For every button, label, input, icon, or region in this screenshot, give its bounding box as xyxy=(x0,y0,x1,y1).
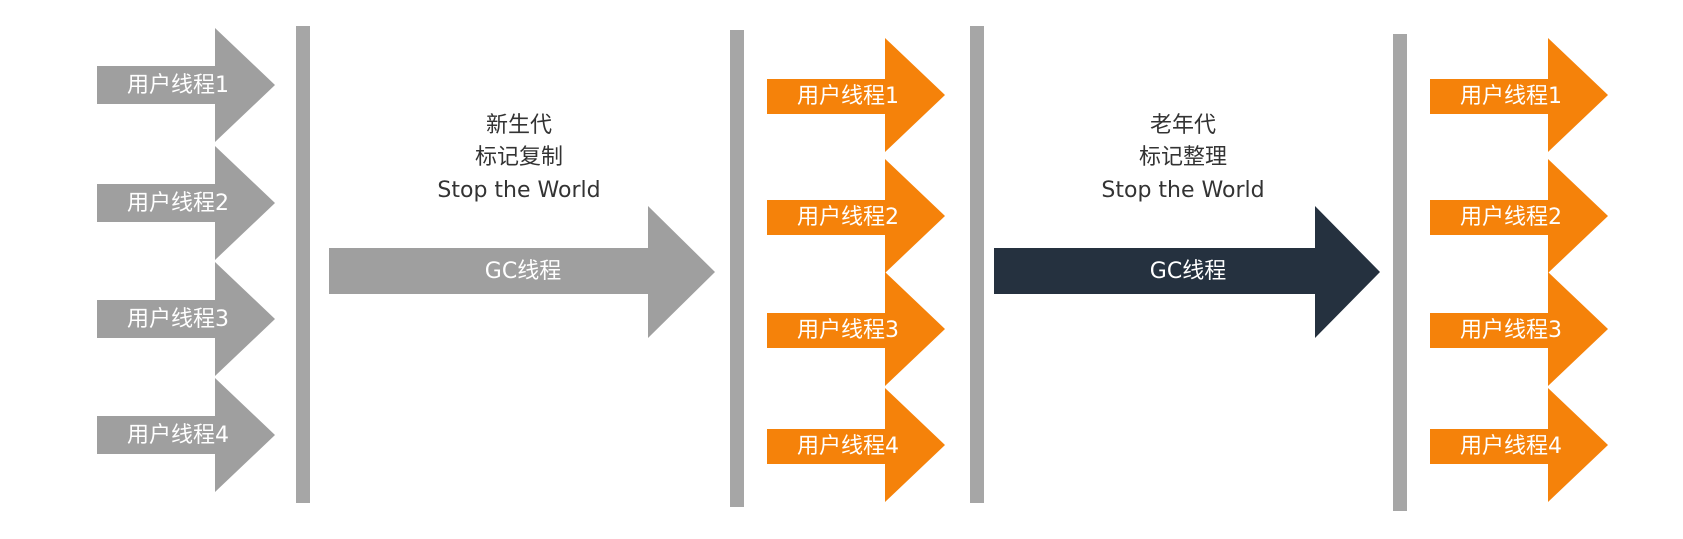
thread-label: 用户线程3 xyxy=(1460,318,1562,343)
thread-label: 用户线程1 xyxy=(1460,84,1562,109)
user-thread-arrow: 用户线程4 xyxy=(767,388,945,502)
stage-before: 用户线程1 用户线程2 用户线程3 用户线程4 xyxy=(97,28,275,492)
thread-label: 用户线程3 xyxy=(797,318,899,343)
gc-diagram: 用户线程1 用户线程2 用户线程3 用户线程4 新生代 标记复制 Stop th… xyxy=(97,26,1608,511)
phase-title: 新生代 xyxy=(486,113,552,138)
thread-label: 用户线程2 xyxy=(1460,205,1562,230)
user-thread-arrow: 用户线程4 xyxy=(1430,388,1608,502)
pause-bar-3 xyxy=(970,26,984,503)
thread-label: 用户线程2 xyxy=(797,205,899,230)
thread-label: 用户线程1 xyxy=(127,73,229,98)
pause-bar-2 xyxy=(730,30,744,507)
user-thread-arrow: 用户线程2 xyxy=(97,146,275,260)
phase-young-gen: 新生代 标记复制 Stop the World GC线程 xyxy=(329,113,715,338)
phase-title: 老年代 xyxy=(1150,113,1216,138)
user-thread-arrow: 用户线程2 xyxy=(1430,159,1608,273)
pause-bar-4 xyxy=(1393,34,1407,511)
user-thread-arrow: 用户线程3 xyxy=(767,272,945,386)
thread-label: 用户线程4 xyxy=(1460,434,1562,459)
thread-label: 用户线程4 xyxy=(127,423,229,448)
gc-thread-label: GC线程 xyxy=(485,259,561,284)
phase-algorithm: 标记整理 xyxy=(1139,145,1227,170)
phase-stw: Stop the World xyxy=(1101,178,1264,203)
user-thread-arrow: 用户线程4 xyxy=(97,378,275,492)
user-thread-arrow: 用户线程1 xyxy=(97,28,275,142)
user-thread-arrow: 用户线程1 xyxy=(767,38,945,152)
thread-label: 用户线程2 xyxy=(127,191,229,216)
user-thread-arrow: 用户线程2 xyxy=(767,159,945,273)
pause-bar-1 xyxy=(296,26,310,503)
thread-label: 用户线程1 xyxy=(797,84,899,109)
stage-after-old-gc: 用户线程1 用户线程2 用户线程3 用户线程4 xyxy=(1430,38,1608,502)
user-thread-arrow: 用户线程3 xyxy=(1430,272,1608,386)
stage-after-young-gc: 用户线程1 用户线程2 用户线程3 用户线程4 xyxy=(767,38,945,502)
thread-label: 用户线程4 xyxy=(797,434,899,459)
thread-label: 用户线程3 xyxy=(127,307,229,332)
phase-old-gen: 老年代 标记整理 Stop the World GC线程 xyxy=(994,113,1380,338)
phase-stw: Stop the World xyxy=(437,178,600,203)
user-thread-arrow: 用户线程3 xyxy=(97,262,275,376)
phase-algorithm: 标记复制 xyxy=(475,145,563,170)
user-thread-arrow: 用户线程1 xyxy=(1430,38,1608,152)
gc-thread-label: GC线程 xyxy=(1150,259,1226,284)
